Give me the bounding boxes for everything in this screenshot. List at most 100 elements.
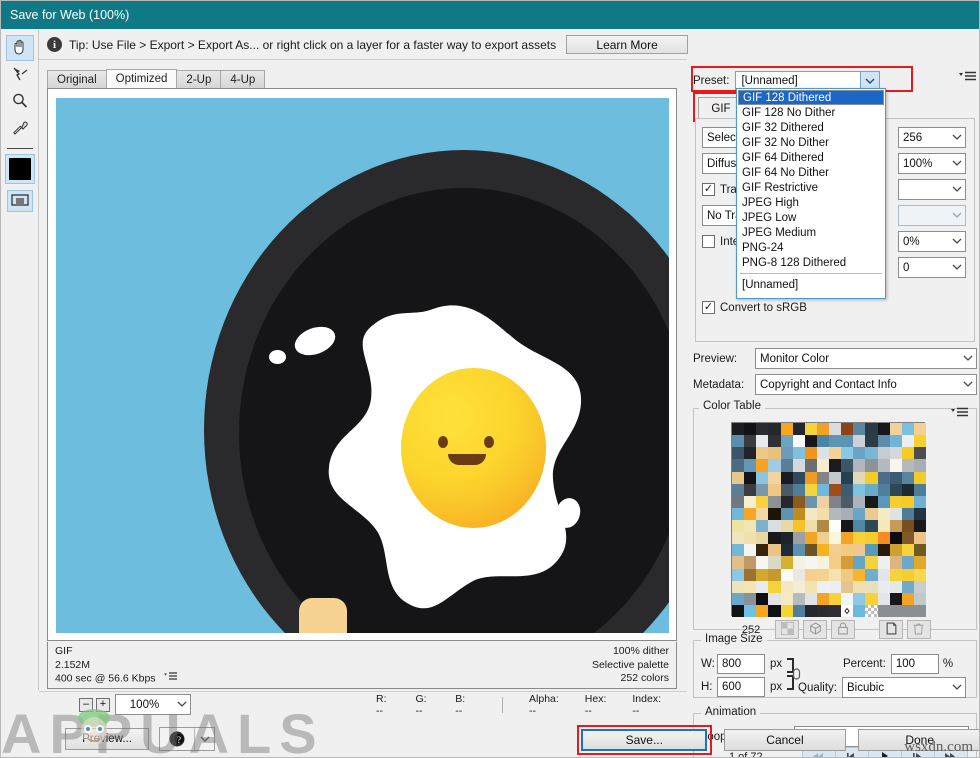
color-swatch[interactable] <box>878 544 890 556</box>
cancel-button[interactable]: Cancel <box>724 729 847 751</box>
color-swatch[interactable] <box>744 544 756 556</box>
preset-option[interactable]: GIF Restrictive <box>738 180 884 195</box>
color-swatch[interactable] <box>732 447 744 459</box>
color-swatch[interactable] <box>865 532 877 544</box>
color-swatch[interactable] <box>853 581 865 593</box>
color-swatch[interactable] <box>878 484 890 496</box>
color-swatch[interactable] <box>902 447 914 459</box>
download-speed-menu-icon[interactable] <box>164 672 177 686</box>
color-swatch[interactable] <box>853 435 865 447</box>
color-swatch[interactable] <box>744 569 756 581</box>
color-swatch[interactable] <box>914 605 926 617</box>
color-swatch[interactable] <box>805 532 817 544</box>
color-swatch[interactable] <box>817 484 829 496</box>
color-swatch[interactable] <box>878 581 890 593</box>
color-swatch[interactable] <box>793 520 805 532</box>
color-swatch[interactable] <box>890 496 902 508</box>
color-swatch[interactable] <box>878 423 890 435</box>
color-swatch[interactable] <box>829 532 841 544</box>
color-swatch[interactable] <box>890 447 902 459</box>
color-swatch[interactable] <box>744 459 756 471</box>
color-swatch[interactable] <box>793 484 805 496</box>
color-swatch[interactable] <box>914 472 926 484</box>
tab-original[interactable]: Original <box>47 70 107 88</box>
tab-optimized[interactable]: Optimized <box>106 69 178 88</box>
preset-option[interactable]: JPEG High <box>738 195 884 210</box>
save-button[interactable]: Save... <box>581 729 707 751</box>
width-input[interactable]: 800 <box>717 654 765 674</box>
color-swatch[interactable] <box>793 605 805 617</box>
done-button[interactable]: Done <box>858 729 980 751</box>
color-swatch[interactable] <box>768 472 780 484</box>
color-swatch[interactable] <box>841 532 853 544</box>
color-swatch[interactable] <box>805 508 817 520</box>
color-swatch[interactable] <box>914 520 926 532</box>
color-swatch[interactable] <box>781 569 793 581</box>
color-swatch[interactable] <box>756 423 768 435</box>
toggle-slices-visibility-button[interactable] <box>7 190 33 212</box>
color-swatch[interactable] <box>841 447 853 459</box>
foreground-color-swatch[interactable] <box>5 154 35 184</box>
color-swatch[interactable] <box>865 472 877 484</box>
color-swatch[interactable] <box>890 556 902 568</box>
preset-option-unnamed[interactable]: [Unnamed] <box>738 277 884 292</box>
color-swatch[interactable] <box>865 484 877 496</box>
color-swatch[interactable] <box>853 544 865 556</box>
color-swatch[interactable] <box>793 423 805 435</box>
color-swatch[interactable] <box>768 423 780 435</box>
color-swatch[interactable] <box>793 496 805 508</box>
color-swatch[interactable] <box>817 423 829 435</box>
color-swatch[interactable] <box>902 605 914 617</box>
color-swatch[interactable] <box>890 435 902 447</box>
color-swatch[interactable] <box>781 532 793 544</box>
color-swatch[interactable] <box>732 496 744 508</box>
preset-option[interactable]: GIF 64 No Dither <box>738 165 884 180</box>
color-swatch[interactable] <box>781 472 793 484</box>
color-swatch[interactable] <box>781 435 793 447</box>
color-swatch[interactable] <box>829 435 841 447</box>
color-swatch[interactable] <box>744 472 756 484</box>
color-swatch[interactable] <box>902 532 914 544</box>
color-swatch[interactable] <box>805 423 817 435</box>
percent-input[interactable]: 100 <box>891 654 939 674</box>
preset-option[interactable]: PNG-24 <box>738 240 884 255</box>
color-swatch[interactable] <box>865 593 877 605</box>
color-swatch[interactable] <box>817 593 829 605</box>
hand-tool[interactable] <box>6 35 34 61</box>
color-swatch[interactable] <box>793 593 805 605</box>
interlaced-checkbox[interactable] <box>702 235 715 248</box>
color-swatch[interactable] <box>756 569 768 581</box>
color-swatch[interactable] <box>890 569 902 581</box>
preset-option[interactable]: GIF 128 Dithered <box>738 90 884 105</box>
color-swatch[interactable] <box>805 581 817 593</box>
color-swatch[interactable] <box>914 581 926 593</box>
color-swatch[interactable] <box>853 593 865 605</box>
color-swatch[interactable] <box>805 472 817 484</box>
preset-option[interactable]: GIF 32 No Dither <box>738 135 884 150</box>
zoom-out-button[interactable]: – <box>79 698 93 712</box>
color-swatch[interactable] <box>865 544 877 556</box>
preset-option[interactable]: GIF 128 No Dither <box>738 105 884 120</box>
color-swatch[interactable] <box>865 459 877 471</box>
color-swatch[interactable] <box>781 605 793 617</box>
color-swatch[interactable] <box>890 593 902 605</box>
color-swatch[interactable] <box>756 472 768 484</box>
color-swatch[interactable] <box>817 435 829 447</box>
learn-more-button[interactable]: Learn More <box>566 35 688 54</box>
color-swatch[interactable] <box>865 520 877 532</box>
color-table-menu-icon[interactable] <box>951 407 969 421</box>
color-swatch[interactable] <box>878 605 890 617</box>
color-swatch[interactable] <box>829 569 841 581</box>
color-swatch[interactable] <box>878 459 890 471</box>
color-swatch[interactable] <box>805 435 817 447</box>
color-swatch[interactable] <box>781 508 793 520</box>
color-swatch[interactable] <box>817 556 829 568</box>
color-swatch[interactable] <box>890 472 902 484</box>
color-swatch[interactable] <box>853 605 865 617</box>
color-swatch[interactable] <box>817 544 829 556</box>
color-swatch[interactable] <box>865 569 877 581</box>
color-swatch[interactable] <box>902 435 914 447</box>
quality-select[interactable]: Bicubic <box>842 677 966 698</box>
color-swatch[interactable] <box>756 556 768 568</box>
color-swatch[interactable] <box>744 447 756 459</box>
